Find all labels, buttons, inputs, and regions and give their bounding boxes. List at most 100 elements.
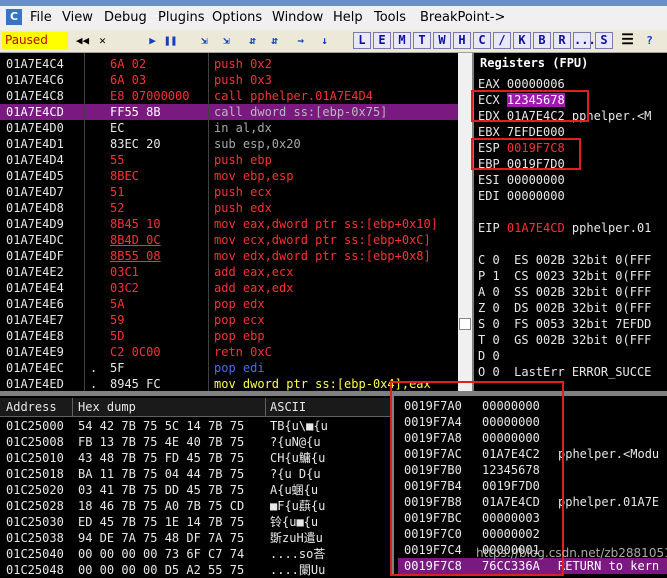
register-value[interactable]: 01A7E4CD [507,221,565,235]
dump-row[interactable]: 01C25010 43 48 7B 75 FD 45 7B 75 CH{u鱅{u [0,450,390,466]
menu-help[interactable]: Help [333,10,363,25]
disasm-row[interactable]: 01A7E4D9 8B45 10 mov eax,dword ptr ss:[ebp… [0,216,458,232]
dump-header-hex[interactable]: Hex dump [78,399,136,415]
handles-button[interactable]: H [453,32,471,49]
cpu-button[interactable]: C [473,32,491,49]
disasm-row[interactable]: 01A7E4E4 03C2 add eax,edx [0,280,458,296]
modules-button[interactable]: E [373,32,391,49]
disasm-row[interactable]: 01A7E4E6 5A pop edx [0,296,458,312]
menu-options[interactable]: Options [212,10,262,25]
disasm-row[interactable]: 01A7E4D7 51 push ecx [0,184,458,200]
disasm-row[interactable]: 01A7E4E8 5D pop ebp [0,328,458,344]
disasm-instruction: sub esp,0x20 [214,137,301,151]
disasm-instruction: pop ecx [214,313,265,327]
register-line[interactable]: EDI 00000000 [478,188,565,204]
windows-button[interactable]: W [433,32,451,49]
dump-row[interactable]: 01C25008 FB 13 7B 75 4E 40 7B 75 ?{uN@{u [0,434,390,450]
register-line[interactable]: C 0 ES 002B 32bit 0(FFF [478,252,651,268]
disasm-hex: 5F [110,361,125,375]
disasm-address: 01A7E4D0 [6,121,64,135]
dump-row[interactable]: 01C25000 54 42 7B 75 5C 14 7B 75 TB{u\■{u [0,418,390,434]
register-line[interactable]: O 0 LastErr ERROR_SUCCE [478,364,651,380]
dump-row[interactable]: 01C25028 18 46 7B 75 A0 7B 75 CD ■F{u蕻{u [0,498,390,514]
pause-button[interactable]: ❚❚ [162,32,179,49]
dump-row[interactable]: 01C25040 00 00 00 00 73 6F C7 74 ....so荅 [0,546,390,562]
register-line[interactable]: ESI 00000000 [478,172,565,188]
register-label: O 0 LastErr ERROR_SUCCE [478,365,652,379]
breakpoints-button[interactable]: B [533,32,551,49]
disassembly-scrollbar[interactable] [458,53,472,391]
register-line[interactable]: D 0 [478,348,500,364]
register-line[interactable]: A 0 SS 002B 32bit 0(FFF [478,284,651,300]
dump-row[interactable]: 01C25030 ED 45 7B 75 1E 14 7B 75 铃{u■{u [0,514,390,530]
dump-header-address[interactable]: Address [6,399,57,415]
memory-button[interactable]: M [393,32,411,49]
run-trace-button[interactable]: ... [573,32,596,49]
menu-plugins[interactable]: Plugins [158,10,205,25]
register-line[interactable]: EIP 01A7E4CD pphelper.01 [478,220,651,236]
threads-button[interactable]: T [413,32,431,49]
dump-pane[interactable]: Address Hex dump ASCII 01C25000 54 42 7B … [0,396,390,577]
disasm-row[interactable]: 01A7E4EC. 5F pop edi [0,360,458,376]
trace-into-button[interactable]: ⇵ [244,32,261,49]
disasm-address: 01A7E4CD [6,105,64,119]
disasm-row[interactable]: 01A7E4CD FF55 8B call dword ss:[ebp-0x75] [0,104,458,120]
run-button[interactable]: ▶ [144,32,161,49]
disasm-row[interactable]: 01A7E4E2 03C1 add eax,ecx [0,264,458,280]
disasm-hex: 6A 03 [110,73,147,87]
toolbar: Paused ◀◀ ✕ ▶ ❚❚ ⇲ ⇲ ⇵ ⇵ → ↓ L E M T W H… [0,30,667,53]
register-line[interactable]: S 0 FS 0053 32bit 7EFDD [478,316,651,332]
dump-ascii: TB{u\■{u [270,419,328,433]
patches-button[interactable]: / [493,32,511,49]
register-line[interactable]: Z 0 DS 002B 32bit 0(FFF [478,300,651,316]
disasm-row[interactable]: 01A7E4D0 EC in al,dx [0,120,458,136]
dump-address: 01C25010 [6,451,64,465]
disasm-row[interactable]: 01A7E4C8 E8 07000000 call pphelper.01A7E4D… [0,88,458,104]
dump-row[interactable]: 01C25020 03 41 7B 75 DD 45 7B 75 A{u蜠{u [0,482,390,498]
register-line[interactable]: T 0 GS 002B 32bit 0(FFF [478,332,651,348]
goto-button[interactable]: ↓ [316,32,333,49]
disasm-row[interactable]: 01A7E4D5 8BEC mov ebp,esp [0,168,458,184]
disasm-address: 01A7E4DC [6,233,64,247]
help-icon[interactable]: ? [641,32,658,49]
register-label: ESI 00000000 [478,173,565,187]
dump-row[interactable]: 01C25018 BA 11 7B 75 04 44 7B 75 ?{u D{u [0,466,390,482]
source-button[interactable]: S [595,32,613,49]
disasm-row[interactable]: 01A7E4C6 6A 03 push 0x3 [0,72,458,88]
menu-view[interactable]: View [62,10,93,25]
disasm-row[interactable]: 01A7E4D1 83EC 20 sub esp,0x20 [0,136,458,152]
disasm-row[interactable]: 01A7E4D8 52 push edx [0,200,458,216]
references-button[interactable]: R [553,32,571,49]
disassembly-pane[interactable]: 01A7E4C4 6A 02 push 0x2 01A7E4C6 6A 03 push 0… [0,53,458,391]
disasm-row[interactable]: 01A7E4D4 55 push ebp [0,152,458,168]
disasm-row[interactable]: 01A7E4E7 59 pop ecx [0,312,458,328]
list-icon[interactable]: ☰ [619,32,636,49]
disasm-row[interactable]: 01A7E4E9 C2 0C00 retn 0xC [0,344,458,360]
disassembly-scroll-thumb[interactable] [459,318,471,330]
log-window-button[interactable]: L [353,32,371,49]
rewind-button[interactable]: ◀◀ [74,32,91,49]
dump-row[interactable]: 01C25038 94 DE 7A 75 48 DF 7A 75 斲zuH遣u [0,530,390,546]
step-over-button[interactable]: ⇲ [218,32,235,49]
disasm-row[interactable]: 01A7E4DF 8B55 08 mov edx,dword ptr ss:[ebp… [0,248,458,264]
menu-file[interactable]: File [30,10,52,25]
app-icon[interactable]: C [6,9,22,25]
menu-tools[interactable]: Tools [374,10,406,25]
close-icon[interactable]: ✕ [94,32,111,49]
dump-header-ascii[interactable]: ASCII [270,399,307,415]
disasm-address: 01A7E4C8 [6,89,64,103]
disasm-instruction: push edx [214,201,272,215]
disasm-row[interactable]: 01A7E4C4 6A 02 push 0x2 [0,56,458,72]
execute-till-return-button[interactable]: → [292,32,309,49]
menu-breakpoint[interactable]: BreakPoint-> [420,10,505,25]
disasm-hex: 5A [110,297,125,311]
trace-over-button[interactable]: ⇵ [266,32,283,49]
disasm-instruction: mov edx,dword ptr ss:[ebp+0x8] [214,249,431,263]
step-into-button[interactable]: ⇲ [196,32,213,49]
call-stack-button[interactable]: K [513,32,531,49]
dump-address: 01C25038 [6,531,64,545]
menu-debug[interactable]: Debug [104,10,147,25]
menu-window[interactable]: Window [272,10,323,25]
disasm-row[interactable]: 01A7E4DC 8B4D 0C mov ecx,dword ptr ss:[ebp… [0,232,458,248]
register-line[interactable]: P 1 CS 0023 32bit 0(FFF [478,268,651,284]
